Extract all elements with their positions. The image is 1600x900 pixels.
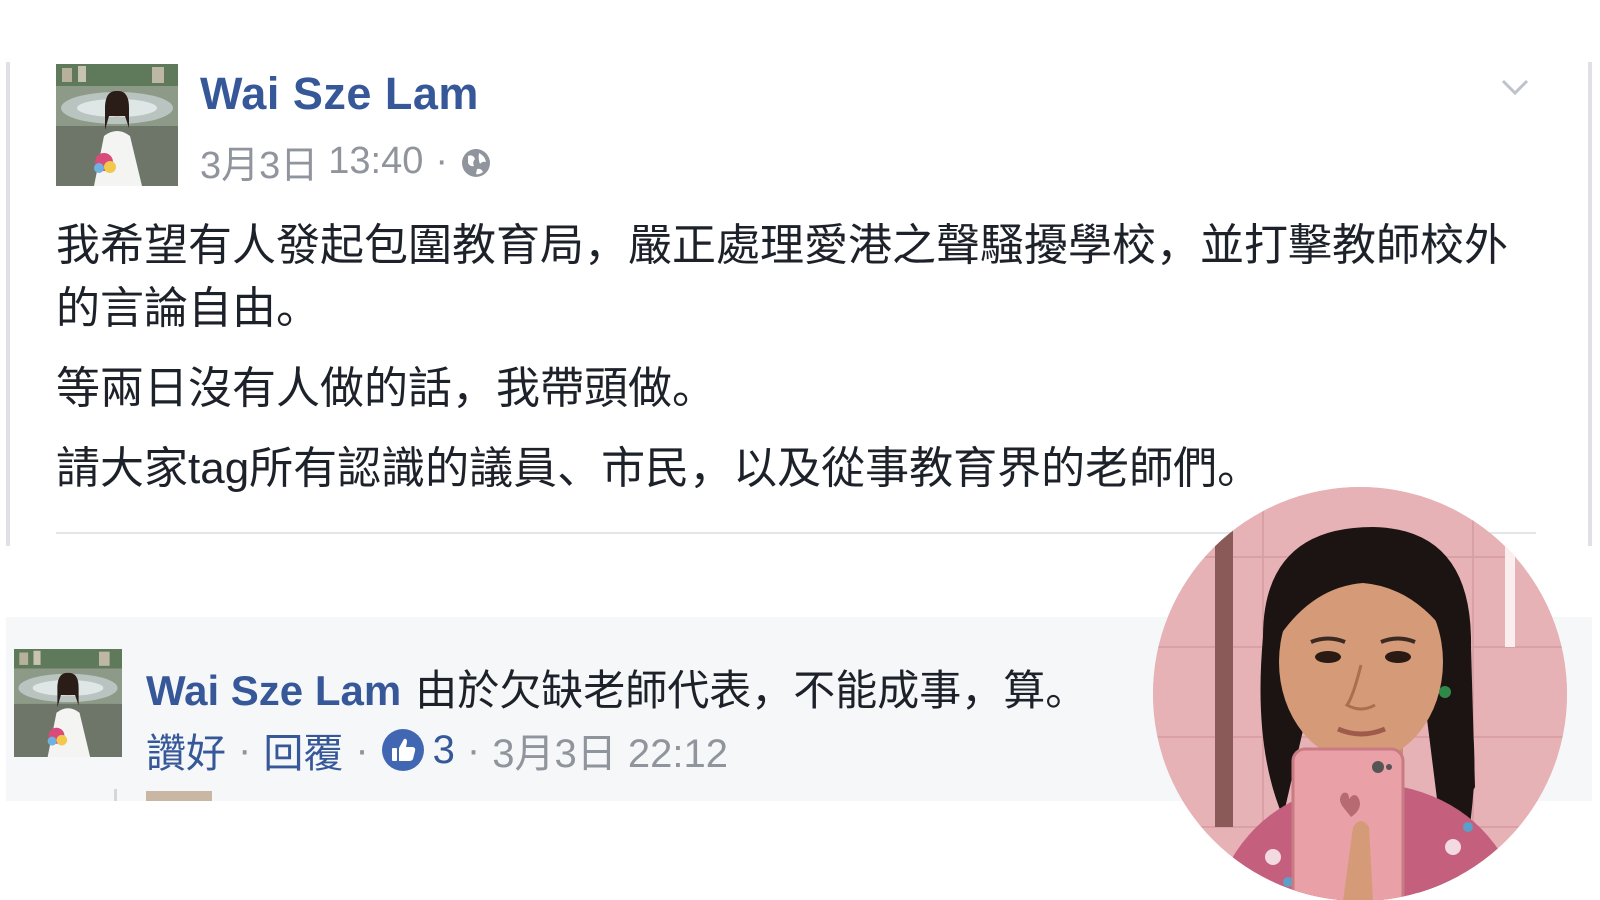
comment-author-avatar[interactable] bbox=[14, 649, 122, 757]
post-body: 我希望有人發起包圍教育局，嚴正處理愛港之聲騷擾學校，並打擊教師校外的言論自由。 … bbox=[56, 214, 1536, 517]
action-separator: · bbox=[355, 727, 369, 772]
screenshot-stage: Wai Sze Lam 3月3日 13:40 · 我希望有人發起包圍教育局，嚴正… bbox=[0, 0, 1600, 900]
post-author-name[interactable]: Wai Sze Lam bbox=[200, 68, 479, 120]
post-card: Wai Sze Lam 3月3日 13:40 · 我希望有人發起包圍教育局，嚴正… bbox=[6, 62, 1592, 546]
meta-separator: · bbox=[435, 140, 449, 182]
comment-actions: 讚好 · 回覆 · 3 · 3月3日 22:12 bbox=[146, 721, 728, 779]
portrait-photo bbox=[1153, 487, 1567, 900]
thumbs-up-icon[interactable] bbox=[381, 728, 425, 772]
reply-avatar[interactable] bbox=[146, 791, 212, 801]
avatar-photo bbox=[56, 64, 178, 186]
reply-button[interactable]: 回覆 bbox=[263, 721, 343, 779]
post-time[interactable]: 13:40 bbox=[328, 140, 423, 183]
comment-timestamp[interactable]: 3月3日 22:12 bbox=[492, 721, 728, 779]
chevron-down-icon[interactable] bbox=[1498, 70, 1532, 104]
post-paragraph: 等兩日沒有人做的話，我帶頭做。 bbox=[56, 364, 716, 413]
avatar-photo bbox=[14, 649, 122, 757]
action-separator: · bbox=[238, 727, 252, 772]
post-date[interactable]: 3月3日 bbox=[200, 134, 318, 189]
reaction-count[interactable]: 3 bbox=[433, 728, 455, 773]
comment-content: Wai Sze Lam 由於欠缺老師代表，不能成事，算。 bbox=[146, 657, 1087, 718]
like-button[interactable]: 讚好 bbox=[146, 721, 226, 779]
post-author-avatar[interactable] bbox=[56, 64, 178, 186]
comment-author-name[interactable]: Wai Sze Lam bbox=[146, 667, 401, 714]
reply-thread-line bbox=[114, 789, 117, 801]
post-meta: 3月3日 13:40 · bbox=[200, 134, 492, 189]
action-separator: · bbox=[466, 727, 481, 772]
post-paragraph: 我希望有人發起包圍教育局，嚴正處理愛港之聲騷擾學校，並打擊教師校外的言論自由。 bbox=[56, 221, 1508, 333]
globe-icon[interactable] bbox=[460, 146, 492, 178]
selfie-photo bbox=[1153, 487, 1567, 900]
post-paragraph: 請大家tag所有認識的議員、市民，以及從事教育界的老師們。 bbox=[56, 444, 1262, 493]
comment-text: 由於欠缺老師代表，不能成事，算。 bbox=[415, 667, 1088, 714]
